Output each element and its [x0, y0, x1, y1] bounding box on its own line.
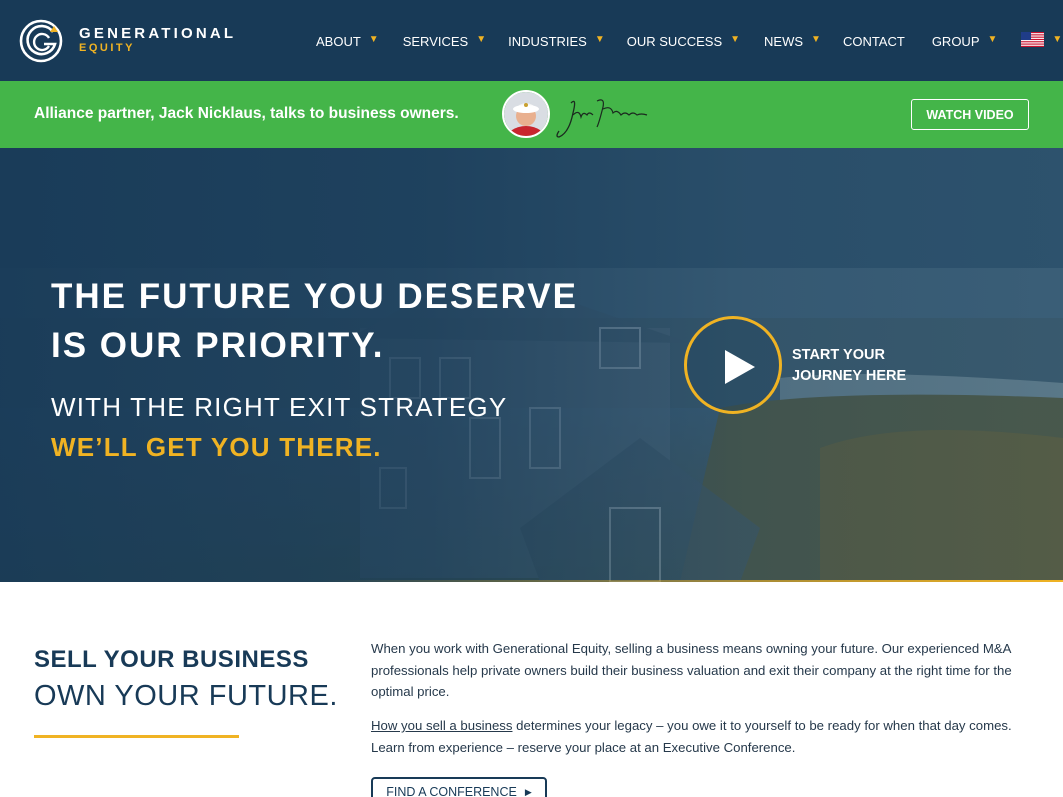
watch-video-button[interactable]: WATCH VIDEO [911, 99, 1029, 130]
logo-word-equity: EQUITY [79, 42, 135, 54]
caret-down-icon: ▼ [987, 33, 998, 45]
caret-down-icon: ▼ [1052, 33, 1063, 45]
find-conference-label: FIND A CONFERENCE [386, 785, 517, 797]
arrow-right-icon: ▶ [524, 786, 532, 797]
play-icon [725, 350, 755, 384]
nav-item-label: ABOUT [316, 33, 361, 49]
nav-item-industries[interactable]: INDUSTRIES ▼ [508, 34, 605, 49]
signature-icon [556, 99, 648, 138]
intro-paragraph: When you work with Generational Equity, … [371, 641, 1012, 699]
nav-item-news[interactable]: NEWS ▼ [764, 34, 821, 49]
promo-banner: Alliance partner, Jack Nicklaus, talks t… [0, 81, 1063, 148]
caret-down-icon: ▼ [811, 33, 821, 45]
legacy-paragraph: How you sell a business determines your … [371, 715, 1041, 758]
us-flag-icon [1021, 31, 1045, 47]
journey-line2: JOURNEY HERE [792, 368, 907, 384]
portrait-image [504, 92, 548, 136]
avatar [502, 90, 550, 138]
hero-bottom-accent [0, 580, 1063, 582]
top-nav: GENERATIONAL EQUITY ABOUT ▼ SERVICES ▼ I… [0, 0, 1063, 81]
logo-mark-icon [19, 19, 63, 63]
language-selector[interactable]: ▼ [1021, 31, 1063, 49]
nav-item-contact[interactable]: CONTACT [843, 34, 905, 49]
heading-divider [34, 735, 239, 738]
nav-item-label: SERVICES [402, 33, 469, 49]
logo[interactable]: GENERATIONAL EQUITY [18, 18, 248, 64]
start-journey-link[interactable]: START YOUR JOURNEY HERE [792, 345, 906, 387]
nav-item-label: CONTACT [842, 33, 905, 49]
nav-item-services[interactable]: SERVICES ▼ [403, 34, 486, 49]
nav-item-label: OUR SUCCESS [626, 33, 723, 49]
nav-item-label: NEWS [764, 33, 804, 49]
main-menu: ABOUT ▼ SERVICES ▼ INDUSTRIES ▼ OUR SUCC… [316, 31, 1062, 51]
section-subheading: OWN YOUR FUTURE. [34, 680, 338, 712]
nav-item-label: GROUP [931, 33, 980, 49]
caret-down-icon: ▼ [476, 33, 487, 45]
sell-business-link[interactable]: How you sell a business [371, 718, 512, 733]
caret-down-icon: ▼ [368, 33, 379, 45]
hero-title-line1: THE FUTURE YOU DESERVE [51, 277, 578, 316]
nav-item-about[interactable]: ABOUT ▼ [316, 34, 379, 49]
journey-line1: START YOUR [792, 347, 885, 363]
play-video-button[interactable] [684, 316, 782, 414]
caret-down-icon: ▼ [730, 33, 741, 45]
banner-text: Alliance partner, Jack Nicklaus, talks t… [34, 105, 459, 122]
logo-word-generational: GENERATIONAL [79, 25, 237, 42]
caret-down-icon: ▼ [594, 33, 605, 45]
hero-section: THE FUTURE YOU DESERVE IS OUR PRIORITY. … [0, 148, 1063, 582]
hero-subtitle-line1: WITH THE RIGHT EXIT STRATEGY [51, 392, 508, 422]
nav-item-group[interactable]: GROUP ▼ [932, 34, 998, 49]
nav-item-label: INDUSTRIES [508, 33, 587, 49]
find-conference-button[interactable]: FIND A CONFERENCE ▶ [371, 777, 547, 797]
nav-item-our-success[interactable]: OUR SUCCESS ▼ [627, 34, 740, 49]
hero-title: THE FUTURE YOU DESERVE IS OUR PRIORITY. [51, 272, 578, 370]
hero-title-line2: IS OUR PRIORITY. [51, 326, 385, 365]
hero-subtitle-line2: WE’LL GET YOU THERE. [51, 432, 382, 462]
section-heading: SELL YOUR BUSINESS [34, 646, 309, 673]
